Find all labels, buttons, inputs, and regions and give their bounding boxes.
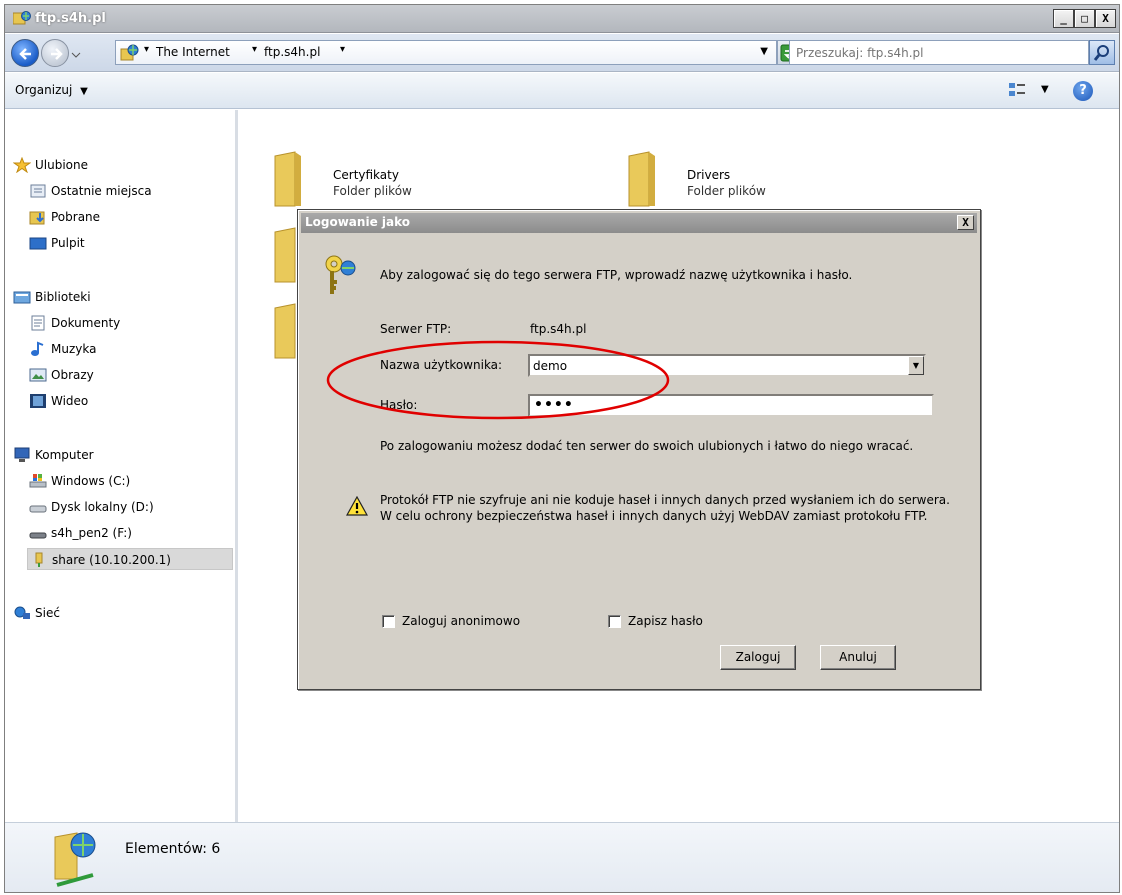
organize-label: Organizuj [15,83,73,97]
nav-recent-places[interactable]: Ostatnie miejsca [29,180,229,202]
details-pane: Elementów: 6 [5,822,1119,892]
music-icon [29,341,47,357]
dialog-intro-text: Aby zalogować się do tego serwera FTP, w… [380,268,853,282]
breadcrumb-arrow-icon[interactable]: ▾ [252,44,257,55]
close-button[interactable]: X [1095,9,1116,28]
forward-button[interactable] [41,39,69,67]
warning-icon [345,495,369,519]
folder-name: Certyfikaty [333,168,399,182]
keys-icon [320,254,360,301]
chevron-down-icon: ▼ [80,86,88,97]
cancel-button[interactable]: Anuluj [820,645,896,670]
address-dropdown-icon[interactable]: ▼ [760,46,768,57]
username-dropdown-button[interactable]: ▼ [908,356,924,375]
folder-item-certyfikaty[interactable]: Certyfikaty Folder plików [271,150,571,210]
breadcrumb-arrow-icon[interactable]: ▾ [144,44,149,55]
back-button[interactable] [11,39,39,67]
explorer-window: ftp.s4h.pl _ □ X ▾ The Internet ▾ ftp.s4… [4,4,1120,893]
server-value: ftp.s4h.pl [530,322,587,336]
nav-music[interactable]: Muzyka [29,338,229,360]
ftp-warning-text: Protokół FTP nie szyfruje ani nie koduje… [380,493,950,523]
nav-videos[interactable]: Wideo [29,390,229,412]
nav-computer[interactable]: Komputer [13,444,213,466]
network-folder-icon [47,829,107,892]
breadcrumb-arrow-icon[interactable]: ▾ [340,44,345,55]
nav-network[interactable]: Sieć [13,602,213,624]
removable-drive-icon [29,525,47,541]
nav-desktop[interactable]: Pulpit [29,232,229,254]
folder-type: Folder plików [333,184,412,198]
recent-pages-dropdown-icon[interactable] [71,48,81,62]
search-icon [1093,45,1109,61]
view-dropdown-icon[interactable]: ▼ [1041,84,1049,95]
command-bar: Organizuj ▼ ▼ ? [5,73,1119,109]
nav-documents[interactable]: Dokumenty [29,312,229,334]
dialog-info-text: Po zalogowaniu możesz dodać ten serwer d… [380,439,914,453]
help-button[interactable]: ? [1073,81,1093,101]
breadcrumb-the-internet[interactable]: The Internet [156,45,230,59]
folder-icon [274,151,301,207]
navigation-pane: Ulubione Ostatnie miejsca Pobrane Pulpit [5,110,238,822]
desktop-icon [29,235,47,251]
network-folder-icon [120,44,140,65]
save-password-checkbox[interactable]: Zapisz hasło [608,614,748,630]
login-button[interactable]: Zaloguj [720,645,796,670]
highlight-ellipse [326,340,670,420]
save-password-label: Zapisz hasło [628,614,703,628]
ftp-folder-icon [12,10,31,29]
title-bar[interactable]: ftp.s4h.pl _ □ X [5,5,1119,33]
item-count: Elementów: 6 [125,841,221,857]
search-box[interactable] [789,40,1089,65]
nav-pictures[interactable]: Obrazy [29,364,229,386]
nav-drive-c[interactable]: Windows (C:) [29,470,229,492]
network-share-icon [30,552,48,568]
nav-drive-d[interactable]: Dysk lokalny (D:) [29,496,229,518]
maximize-button[interactable]: □ [1074,9,1095,28]
computer-icon [13,447,31,463]
folder-name: Drivers [687,168,731,182]
dialog-title: Logowanie jako [305,215,410,229]
change-view-icon[interactable] [1007,81,1027,102]
anonymous-login-label: Zaloguj anonimowo [402,614,521,628]
nav-drive-f[interactable]: s4h_pen2 (F:) [29,522,229,544]
nav-libraries[interactable]: Biblioteki [13,286,213,308]
star-icon [12,156,32,174]
window-title: ftp.s4h.pl [35,11,106,26]
server-label: Serwer FTP: [380,322,452,336]
nav-favorites[interactable]: Ulubione [12,154,213,176]
folder-item-drivers[interactable]: Drivers Folder plików [625,150,925,210]
organize-menu-button[interactable]: Organizuj ▼ [15,83,88,97]
pictures-icon [29,367,47,383]
breadcrumb-ftp-server[interactable]: ftp.s4h.pl [264,45,320,59]
dialog-title-bar[interactable]: Logowanie jako X [301,213,977,233]
videos-icon [29,393,47,409]
address-toolbar: ▾ The Internet ▾ ftp.s4h.pl ▾ ▼ [5,34,1119,72]
dialog-close-button[interactable]: X [957,215,974,230]
libraries-icon [13,289,31,305]
search-input[interactable] [790,41,1060,64]
folder-type: Folder plików [687,184,766,198]
network-icon [13,605,31,621]
checkbox-box[interactable] [382,615,395,628]
documents-icon [29,315,47,331]
minimize-button[interactable]: _ [1053,9,1074,28]
recent-places-icon [29,183,47,199]
back-arrow-icon [19,48,31,60]
windows-drive-icon [29,473,47,489]
nav-downloads[interactable]: Pobrane [29,206,229,228]
folder-icon [628,151,655,207]
anonymous-login-checkbox[interactable]: Zaloguj anonimowo [382,614,562,630]
downloads-folder-icon [29,209,47,225]
forward-arrow-icon [51,48,63,60]
search-button[interactable] [1089,40,1115,65]
checkbox-box[interactable] [608,615,621,628]
nav-share-selected[interactable]: share (10.10.200.1) [27,548,233,570]
hard-drive-icon [29,499,47,515]
address-box[interactable]: ▾ The Internet ▾ ftp.s4h.pl ▾ ▼ [115,40,777,65]
login-dialog: Logowanie jako X Aby zalogować się do te… [297,209,981,690]
